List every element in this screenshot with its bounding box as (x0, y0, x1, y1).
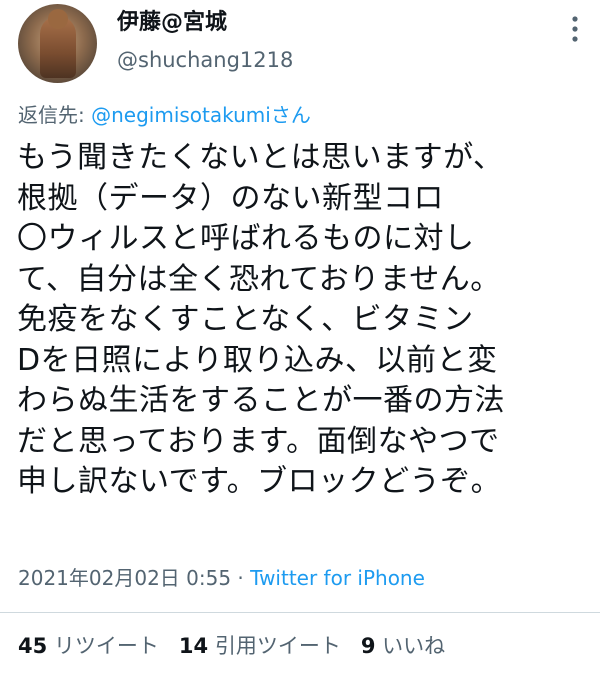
quotes-count: 14 (178, 634, 209, 658)
avatar[interactable] (18, 4, 97, 83)
tweet-text: もう聞きたくないとは思いますが、 根拠（データ）のない新型コロ 〇ウィルスと呼ば… (17, 140, 505, 499)
reply-to-line: 返信先: @negimisotakumiさん (18, 101, 311, 129)
retweets-label: リツイート (53, 634, 159, 658)
more-vertical-icon[interactable] (566, 14, 584, 44)
quotes-label: 引用ツイート (214, 634, 341, 658)
stats-divider (0, 612, 600, 613)
avatar-figure-head (48, 9, 68, 29)
author-display-name[interactable]: 伊藤@宮城 (117, 8, 227, 38)
tweet-stats: 45 リツイート 14 引用ツイート 9 いいね (18, 632, 465, 660)
likes-stat[interactable]: 9 いいね (361, 632, 445, 660)
retweets-stat[interactable]: 45 リツイート (18, 632, 159, 660)
tweet-meta: 2021年02月02日 0:55 · Twitter for iPhone (18, 564, 425, 592)
tweet-source-link[interactable]: Twitter for iPhone (250, 566, 425, 590)
quotes-stat[interactable]: 14 引用ツイート (179, 632, 341, 660)
author-handle[interactable]: @shuchang1218 (117, 46, 293, 74)
likes-label: いいね (382, 634, 446, 658)
likes-count: 9 (360, 634, 376, 658)
reply-to-prefix: 返信先: (18, 103, 92, 127)
reply-to-mention-link[interactable]: @negimisotakumi (91, 103, 271, 127)
tweet-timestamp[interactable]: 2021年02月02日 0:55 (18, 566, 231, 590)
meta-separator: · (231, 566, 251, 590)
retweets-count: 45 (18, 634, 48, 658)
tweet-header: 伊藤@宮城 @shuchang1218 (0, 0, 600, 95)
reply-to-suffix: さん (270, 103, 311, 127)
